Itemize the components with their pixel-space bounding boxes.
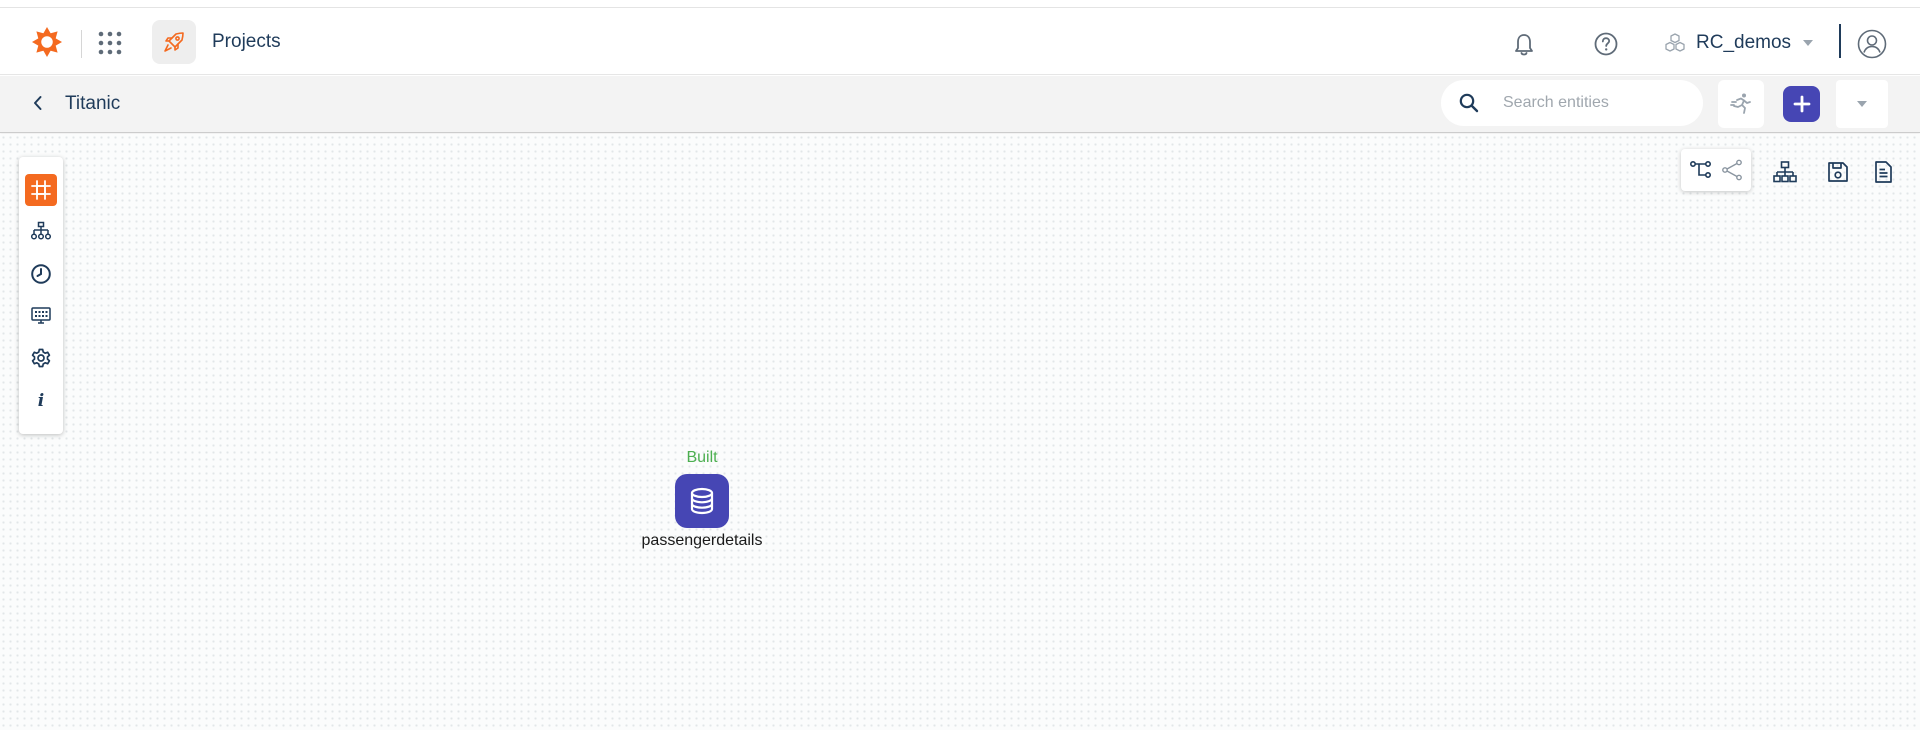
database-icon: [690, 487, 714, 515]
settings-button[interactable]: [25, 342, 57, 374]
view-mode-toggle: [1681, 149, 1751, 191]
plus-icon: [1793, 95, 1810, 113]
dataset-node[interactable]: [675, 474, 729, 528]
run-button[interactable]: [1718, 80, 1764, 128]
node-label: passengerdetails: [641, 532, 763, 549]
hierarchy-icon: [30, 221, 52, 240]
info-icon: i: [37, 391, 45, 411]
clock-icon: [31, 264, 51, 284]
dashboard-button[interactable]: [25, 300, 57, 332]
canvas-view-button[interactable]: [25, 174, 57, 206]
header-divider: [81, 30, 82, 58]
more-actions-dropdown[interactable]: [1836, 80, 1888, 128]
pipeline-canvas[interactable]: [0, 134, 1920, 730]
workspace-selector[interactable]: RC_demos: [1664, 28, 1814, 58]
chevron-down-icon: [1803, 40, 1814, 46]
rocket-icon: [164, 32, 184, 52]
schedule-button[interactable]: [25, 258, 57, 290]
search-input[interactable]: [1503, 94, 1693, 112]
projects-label[interactable]: Projects: [212, 31, 281, 53]
workspace-name: RC_demos: [1696, 32, 1792, 53]
search-icon: [1459, 93, 1479, 113]
app-grid-icon[interactable]: [97, 30, 123, 56]
help-icon[interactable]: [1592, 30, 1620, 58]
brand-logo-icon[interactable]: [30, 25, 64, 59]
save-icon[interactable]: [1825, 159, 1851, 185]
project-toolbar: Titanic: [0, 76, 1920, 133]
canvas-icon: [31, 180, 51, 200]
info-button[interactable]: i: [25, 385, 57, 417]
tree-view-icon[interactable]: [1689, 158, 1713, 182]
user-avatar-icon[interactable]: [1856, 28, 1888, 60]
top-header: Projects RC_demos: [0, 8, 1920, 75]
auto-layout-icon[interactable]: [1772, 159, 1798, 185]
chevron-down-icon: [1857, 101, 1867, 107]
top-border: [0, 0, 1920, 8]
header-divider-right: [1839, 24, 1841, 58]
left-toolbar: i: [19, 157, 63, 434]
breadcrumb: Titanic: [65, 93, 121, 114]
gear-icon: [31, 348, 51, 368]
cubes-icon: [1665, 33, 1685, 52]
dashboard-icon: [31, 307, 51, 324]
bell-icon[interactable]: [1510, 31, 1538, 59]
node-status: Built: [686, 449, 718, 466]
notes-icon[interactable]: [1870, 159, 1896, 185]
graph-view-icon[interactable]: [1720, 158, 1744, 182]
add-button[interactable]: [1783, 86, 1820, 122]
back-arrow-icon[interactable]: [26, 91, 50, 115]
running-person-icon: [1730, 93, 1751, 114]
search-box: [1441, 80, 1703, 126]
projects-button[interactable]: [152, 20, 196, 64]
hierarchy-button[interactable]: [25, 215, 57, 247]
